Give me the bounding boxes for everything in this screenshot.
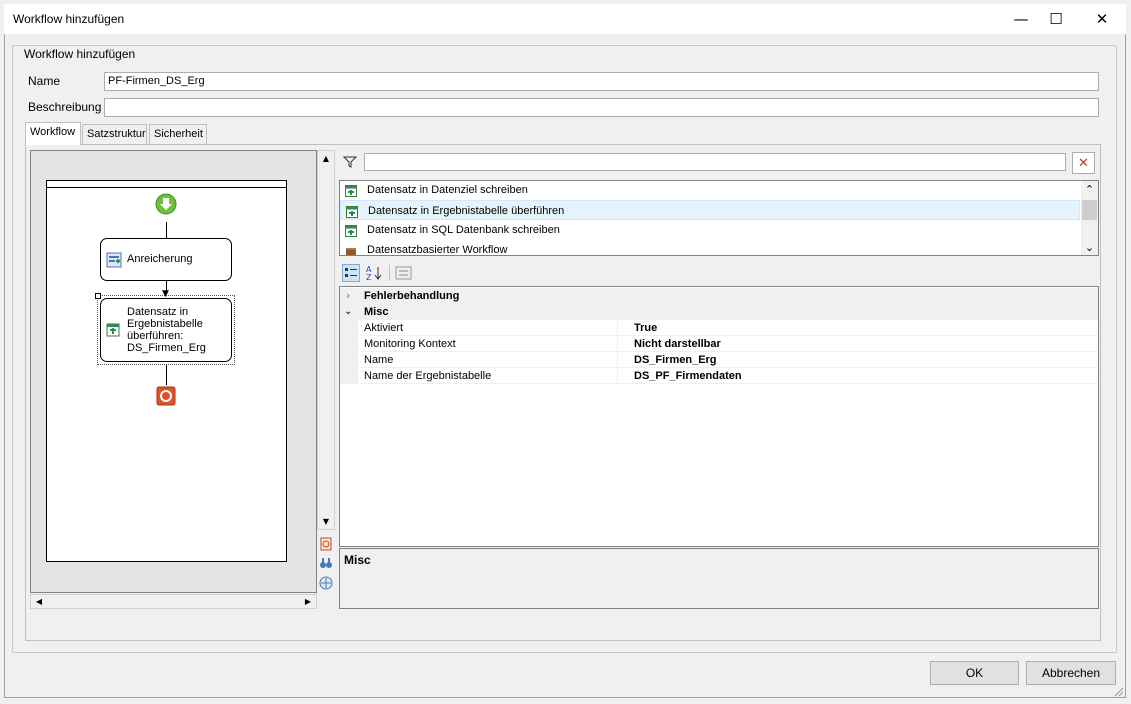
tab-workflow[interactable]: Workflow bbox=[25, 122, 81, 145]
start-node-icon[interactable] bbox=[155, 193, 177, 215]
toolbox-item-label: Datensatz in SQL Datenbank schreiben bbox=[367, 224, 560, 236]
property-value[interactable]: Nicht darstellbar bbox=[634, 336, 721, 352]
description-label: Beschreibung bbox=[28, 100, 102, 114]
category-row-misc[interactable]: ⌄ Misc bbox=[340, 304, 1098, 320]
end-node-icon[interactable] bbox=[156, 386, 176, 406]
enrichment-label: Anreicherung bbox=[127, 253, 193, 265]
name-input[interactable]: PF-Firmen_DS_Erg bbox=[104, 72, 1099, 91]
maximize-button[interactable]: ☐ bbox=[1044, 8, 1068, 30]
property-key: Monitoring Kontext bbox=[364, 338, 456, 350]
chevron-down-icon[interactable]: ⌄ bbox=[344, 304, 352, 320]
toolbox-item-label: Datensatz in Ergebnistabelle überführen bbox=[368, 205, 565, 217]
scroll-left-button[interactable]: ◀ bbox=[31, 594, 47, 609]
scroll-up-button[interactable]: ▲ bbox=[317, 150, 335, 166]
enrichment-node[interactable]: Anreicherung bbox=[100, 238, 232, 281]
toolbox-scroll-thumb[interactable] bbox=[1082, 200, 1097, 220]
designer-vertical-scrollbar[interactable] bbox=[317, 150, 335, 530]
property-key: Name der Ergebnistabelle bbox=[364, 370, 492, 382]
title-bar bbox=[4, 4, 1126, 34]
tab-satzstruktur[interactable]: Satzstruktur bbox=[82, 124, 147, 144]
toolbox-item[interactable]: Datensatz in Datenziel schreiben bbox=[340, 180, 1080, 200]
description-input[interactable] bbox=[104, 98, 1099, 117]
property-row[interactable]: Monitoring Kontext Nicht darstellbar bbox=[340, 336, 1098, 352]
toolbox-item[interactable]: Datensatz in SQL Datenbank schreiben bbox=[340, 220, 1080, 240]
selection-handle[interactable] bbox=[95, 293, 101, 299]
property-value[interactable]: True bbox=[634, 320, 657, 336]
workflow-box-icon bbox=[345, 244, 357, 255]
alphabetical-sort-icon[interactable]: AZ bbox=[365, 264, 383, 282]
name-label: Name bbox=[28, 74, 61, 88]
property-value[interactable]: DS_Firmen_Erg bbox=[634, 352, 717, 368]
workflow-page-header bbox=[46, 180, 287, 188]
chevron-right-icon[interactable]: › bbox=[346, 288, 350, 304]
toolbox-item-label: Datensatz in Datenziel schreiben bbox=[367, 184, 528, 196]
scroll-right-button[interactable]: ▶ bbox=[300, 594, 316, 609]
table-write-icon bbox=[345, 184, 357, 197]
category-row-fehlerbehandlung[interactable]: › Fehlerbehandlung bbox=[340, 288, 1098, 304]
row-gutter bbox=[340, 352, 358, 368]
connector-line bbox=[166, 222, 167, 239]
toolbox-item-selected[interactable]: Datensatz in Ergebnistabelle überführen bbox=[340, 200, 1080, 220]
table-transfer-icon bbox=[346, 205, 358, 218]
property-pages-icon[interactable] bbox=[395, 265, 412, 281]
toolbox-scroll-up-icon[interactable]: ⌃ bbox=[1081, 182, 1098, 196]
zoom-icon[interactable] bbox=[319, 537, 333, 551]
tab-sicherheit[interactable]: Sicherheit bbox=[149, 124, 207, 144]
close-button[interactable]: ✕ bbox=[1090, 8, 1114, 30]
categorized-view-icon[interactable] bbox=[342, 264, 360, 282]
enrichment-icon bbox=[106, 252, 122, 271]
description-title: Misc bbox=[344, 553, 371, 567]
property-description-panel bbox=[339, 548, 1099, 609]
property-row[interactable]: Name der Ergebnistabelle DS_PF_Firmendat… bbox=[340, 368, 1098, 384]
row-gutter bbox=[340, 336, 358, 352]
property-key: Aktiviert bbox=[364, 322, 404, 334]
transfer-label: Datensatz in Ergebnistabelle überführen:… bbox=[127, 306, 206, 354]
binoculars-icon[interactable] bbox=[319, 556, 333, 570]
window-title: Workflow hinzufügen bbox=[13, 12, 125, 26]
sql-write-icon bbox=[345, 224, 357, 237]
toolbox-item[interactable]: Datensatzbasierter Workflow bbox=[340, 240, 1080, 255]
property-row[interactable]: Aktiviert True bbox=[340, 320, 1098, 336]
pan-icon[interactable] bbox=[319, 576, 333, 590]
svg-text:Z: Z bbox=[366, 273, 372, 282]
row-gutter bbox=[340, 368, 358, 384]
minimize-button[interactable]: — bbox=[1009, 8, 1033, 30]
group-title: Workflow hinzufügen bbox=[21, 47, 139, 61]
column-splitter[interactable] bbox=[617, 320, 618, 384]
category-label: Fehlerbehandlung bbox=[364, 290, 460, 302]
property-row[interactable]: Name DS_Firmen_Erg bbox=[340, 352, 1098, 368]
connector-line bbox=[166, 365, 167, 385]
clear-filter-button[interactable]: ✕ bbox=[1072, 152, 1095, 174]
toolbox-item-label: Datensatzbasierter Workflow bbox=[367, 244, 508, 255]
designer-horizontal-scrollbar[interactable] bbox=[30, 594, 317, 609]
row-gutter bbox=[340, 320, 358, 336]
resize-grip-icon[interactable] bbox=[1113, 686, 1124, 697]
category-label: Misc bbox=[364, 306, 389, 318]
ok-button[interactable]: OK bbox=[930, 661, 1019, 685]
toolbox-filter-input[interactable] bbox=[364, 153, 1066, 171]
property-value[interactable]: DS_PF_Firmendaten bbox=[634, 368, 742, 384]
scroll-down-button[interactable]: ▼ bbox=[317, 513, 335, 529]
filter-icon bbox=[342, 155, 358, 169]
property-key: Name bbox=[364, 354, 394, 366]
cancel-button[interactable]: Abbrechen bbox=[1026, 661, 1116, 685]
table-transfer-icon bbox=[106, 323, 120, 340]
toolbar-separator bbox=[389, 265, 390, 281]
toolbox-scroll-down-icon[interactable]: ⌄ bbox=[1081, 240, 1098, 254]
transfer-node[interactable]: Datensatz in Ergebnistabelle überführen:… bbox=[100, 298, 232, 362]
